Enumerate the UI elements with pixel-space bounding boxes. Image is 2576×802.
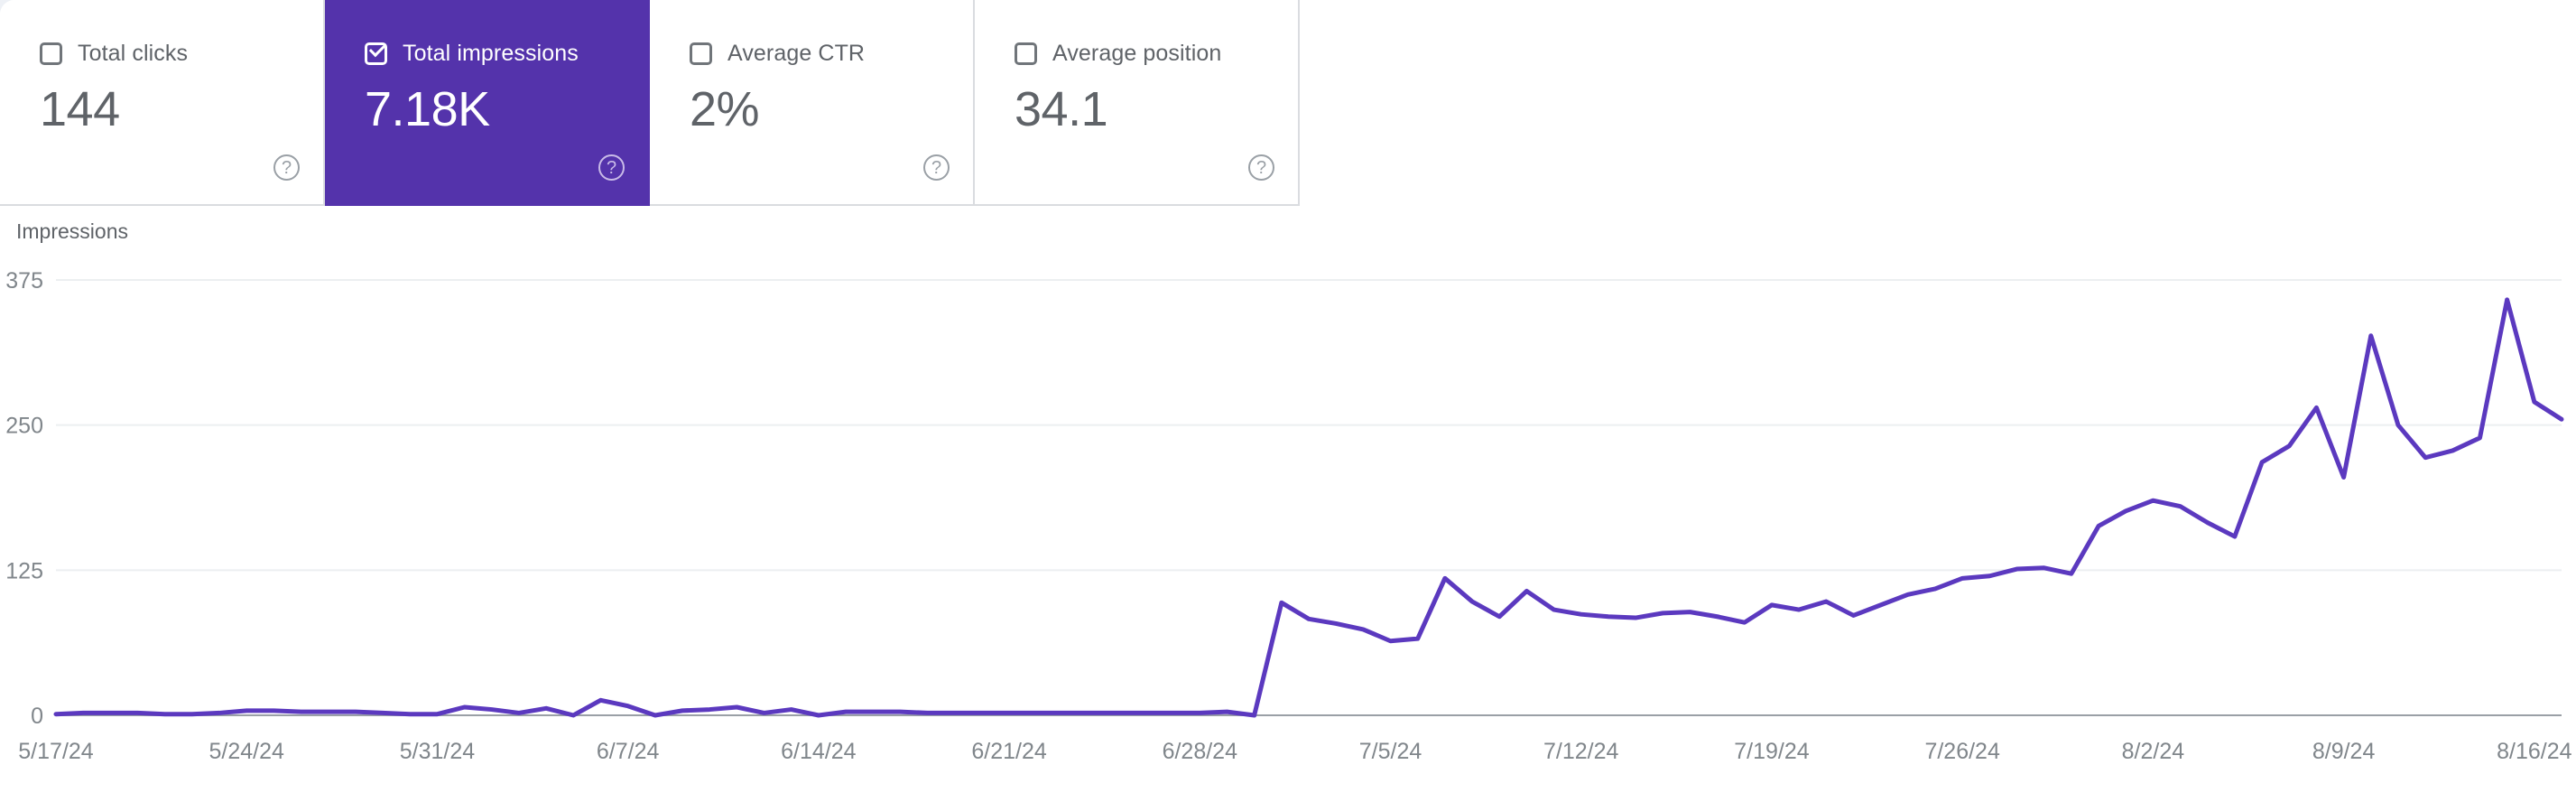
metric-card-average-position[interactable]: Average position 34.1? [975,0,1300,206]
y-axis-tick-label: 375 [5,268,43,294]
x-axis-tick-label: 5/17/24 [18,739,94,764]
checkbox-unchecked-icon[interactable] [690,42,712,65]
metric-card-header: Total impressions [365,40,648,67]
metric-card-label: Average CTR [727,40,866,66]
x-axis-tick-label: 7/19/24 [1734,739,1810,764]
metric-card-total-impressions[interactable]: Total impressions 7.18K? [325,0,650,206]
check-mark-icon [368,40,386,57]
metric-card-header: Average CTR [690,40,973,67]
x-axis-tick-label: 8/2/24 [2122,739,2185,764]
metric-card-average-ctr[interactable]: Average CTR 2%? [650,0,975,206]
impressions-data-line [53,297,2564,718]
impressions-line-chart[interactable]: 0 125 250 375 5/17/24 5/24/24 5/31/24 6/7/24 6/1… [0,206,2576,802]
y-axis-tick-label: 0 [31,704,43,729]
metric-card-header: Total clicks [40,40,323,67]
metric-card-total-clicks[interactable]: Total clicks 144? [0,0,325,206]
help-circle-icon[interactable]: ? [598,154,625,181]
x-axis-tick-label: 5/31/24 [400,739,476,764]
x-axis-tick-label: 8/16/24 [2497,739,2572,764]
help-circle-icon[interactable]: ? [1248,154,1274,181]
x-axis-tick-label: 8/9/24 [2312,739,2376,764]
metric-cards-panel: Total clicks 144? Total impressions 7.18K? A… [0,0,2576,206]
metric-card-header: Average position [1015,40,1298,67]
checkbox-checked-icon[interactable] [365,40,387,65]
metric-cards-row: Total clicks 144? Total impressions 7.18K? A… [0,0,1302,206]
x-axis-tick-label: 6/7/24 [597,739,660,764]
x-axis-tick-label: 7/5/24 [1359,739,1422,764]
x-axis-tick-label: 7/12/24 [1543,739,1619,764]
metric-card-value: 144 [40,82,120,136]
impressions-chart-panel: Impressions 0 125 250 375 5/17/24 5/24/24 5/31… [0,206,2576,802]
help-circle-icon[interactable]: ? [273,154,300,181]
x-axis-tick-label: 6/28/24 [1163,739,1238,764]
metric-card-value: 7.18K [365,82,490,136]
help-circle-icon[interactable]: ? [923,154,950,181]
metric-card-label: Total clicks [78,40,189,66]
x-axis-tick-label: 6/21/24 [971,739,1047,764]
metric-card-label: Average position [1052,40,1222,66]
x-axis-tick-label: 7/26/24 [1924,739,2000,764]
y-axis-tick-label: 250 [5,414,43,439]
x-axis-tick-label: 6/14/24 [781,739,857,764]
checkbox-unchecked-icon[interactable] [1015,42,1037,65]
checkbox-unchecked-icon[interactable] [40,42,62,65]
metric-card-value: 2% [690,82,760,136]
y-axis-tick-label: 125 [5,558,43,583]
search-performance-page: Total clicks 144? Total impressions 7.18K? A… [0,0,2576,802]
metric-card-value: 34.1 [1015,82,1108,136]
metric-card-label: Total impressions [403,40,579,66]
x-axis-tick-label: 5/24/24 [209,739,285,764]
